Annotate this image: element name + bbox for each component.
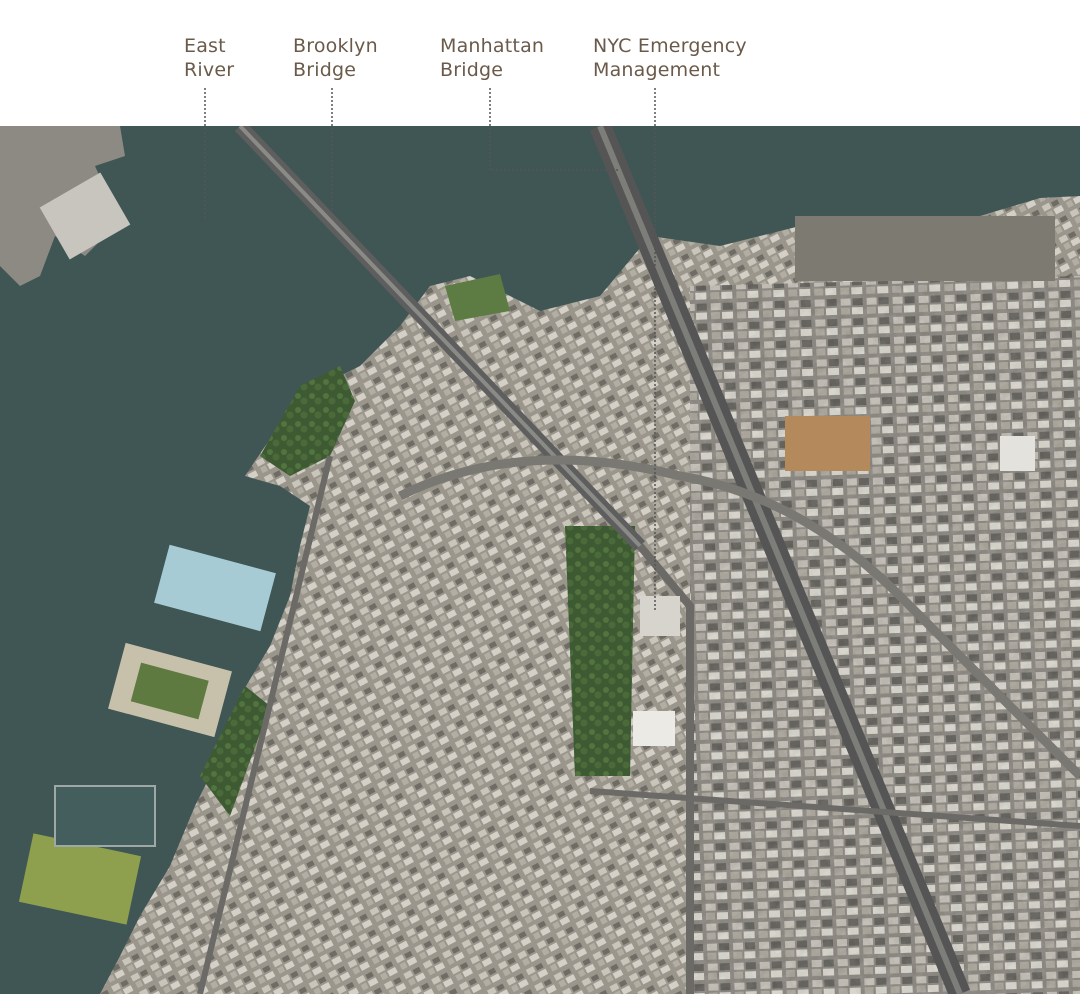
callout-label-east-river: East River [184,35,235,81]
white-building-2 [633,711,675,746]
downtown-blocks [690,276,1080,994]
nyc-emergency-management-building [640,596,680,636]
satellite-map [0,126,1080,994]
callout-label-nyc-emergency-management: NYC Emergency Management [593,35,747,81]
marina [54,785,156,847]
callout-label-manhattan-bridge: Manhattan Bridge [440,35,545,81]
cadman-plaza-park [565,526,635,776]
callout-label-brooklyn-bridge: Brooklyn Bridge [293,35,378,81]
white-building [1000,436,1035,471]
construction-site [785,416,870,471]
industrial-lot [795,216,1055,281]
